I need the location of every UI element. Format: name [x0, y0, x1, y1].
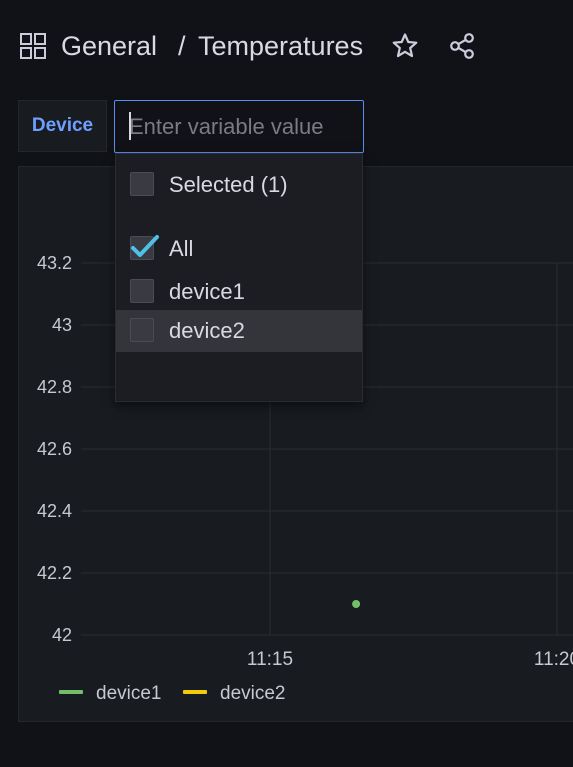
option-label: device1	[169, 279, 245, 304]
variable-value-input[interactable]	[114, 100, 364, 153]
share-icon[interactable]	[448, 32, 476, 60]
page-title[interactable]: Temperatures	[198, 28, 363, 64]
legend-label-device1: device1	[96, 683, 162, 704]
y-tick-label: 42.2	[37, 563, 72, 583]
star-icon[interactable]	[391, 32, 419, 60]
y-tick-label: 42.8	[37, 377, 72, 397]
device2-checkbox[interactable]	[130, 318, 154, 342]
breadcrumb-separator: /	[178, 31, 186, 61]
data-point-device1	[352, 600, 361, 608]
option-label: device2	[169, 318, 245, 343]
device1-checkbox[interactable]	[130, 279, 154, 303]
dashboard-header: General / Temperatures	[0, 0, 573, 92]
selected-checkbox[interactable]	[130, 172, 154, 196]
y-tick-label: 43	[52, 315, 72, 335]
y-tick-label: 42.6	[37, 439, 72, 459]
option-all[interactable]: All	[116, 228, 362, 270]
legend-label-device2: device2	[220, 683, 286, 704]
checkmark-icon	[131, 235, 159, 257]
variable-options-dropdown: Selected (1) All device1 device2	[115, 153, 363, 402]
x-tick-label: 11:20	[534, 649, 573, 670]
dashboard-grid-icon	[20, 33, 46, 59]
y-tick-label: 42.4	[37, 501, 72, 521]
option-device2[interactable]: device2	[116, 310, 362, 352]
option-label: All	[169, 236, 194, 261]
y-tick-label: 42	[52, 625, 72, 645]
option-label: Selected (1)	[169, 172, 288, 197]
legend-swatch-device1	[59, 690, 83, 694]
legend-swatch-device2	[183, 690, 207, 694]
x-tick-label: 11:15	[247, 649, 293, 670]
y-tick-label: 43.2	[37, 253, 72, 273]
option-device1[interactable]: device1	[116, 271, 362, 313]
variable-label-device: Device	[18, 100, 107, 152]
text-caret	[129, 112, 131, 140]
option-selected-toggle[interactable]: Selected (1)	[116, 164, 362, 206]
breadcrumb-folder[interactable]: General	[61, 28, 157, 64]
